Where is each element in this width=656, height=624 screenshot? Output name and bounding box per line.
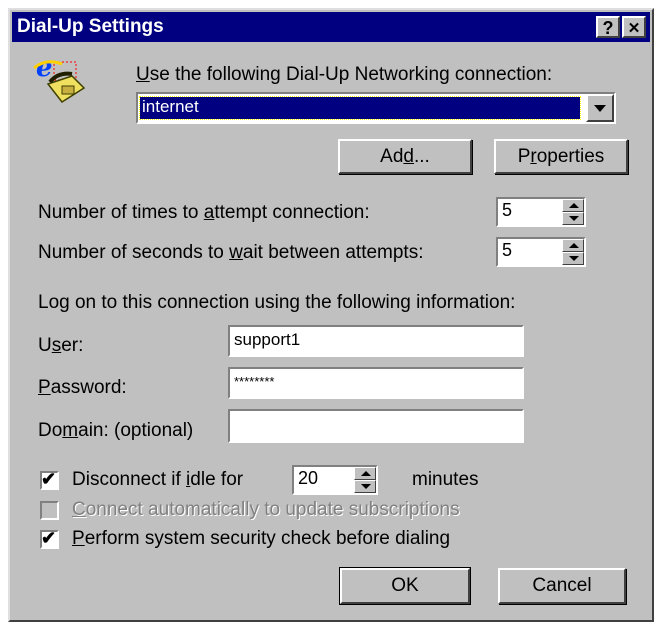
arrow-up-icon (569, 203, 579, 208)
svg-text:e: e (36, 54, 53, 83)
window-title: Dial-Up Settings (17, 16, 164, 37)
password-label: Password: (38, 377, 127, 398)
auto-connect-label: Connect automatically to update subscrip… (72, 499, 460, 520)
dial-up-settings-dialog: Dial-Up Settings ? ✕ e Use the following… (8, 8, 654, 622)
wait-value: 5 (502, 240, 513, 260)
wait-increment-button[interactable] (562, 239, 584, 252)
connection-selected-highlight: internet (139, 96, 581, 120)
attempts-increment-button[interactable] (562, 199, 584, 212)
add-button[interactable]: Add... (338, 139, 472, 174)
arrow-down-icon (569, 216, 579, 221)
domain-label: Domain: (optional) (38, 420, 194, 441)
disconnect-idle-label[interactable]: Disconnect if idle for (72, 469, 243, 491)
dial-up-phone-icon: e (33, 54, 86, 103)
arrow-up-icon (361, 471, 371, 476)
ok-button[interactable]: OK (339, 567, 471, 605)
minutes-label: minutes (412, 469, 479, 490)
attempts-decrement-button[interactable] (562, 212, 584, 225)
idle-minutes-spinner[interactable]: 20 (292, 465, 378, 495)
arrow-down-icon (569, 256, 579, 261)
close-icon: ✕ (627, 20, 641, 37)
connection-dropdown[interactable]: internet (136, 92, 616, 124)
user-label: User: (38, 335, 84, 356)
wait-spin-arrows (562, 239, 584, 265)
attempts-spinner[interactable]: 5 (496, 197, 586, 227)
wait-decrement-button[interactable] (562, 252, 584, 265)
attempts-value: 5 (502, 200, 513, 220)
disconnect-idle-checkbox[interactable]: ✔ (40, 469, 59, 490)
chevron-down-icon (594, 105, 606, 112)
logon-heading: Log on to this connection using the foll… (38, 292, 516, 313)
cancel-button[interactable]: Cancel (498, 568, 626, 604)
attempts-spin-arrows (562, 199, 584, 225)
connection-selected-value: internet (142, 97, 199, 116)
checkmark-icon: ✔ (41, 469, 57, 489)
domain-field[interactable] (228, 409, 524, 443)
checkmark-icon: ✔ (41, 528, 57, 548)
idle-spin-arrows (354, 467, 376, 493)
user-field[interactable]: support1 (228, 325, 524, 357)
close-button[interactable]: ✕ (622, 16, 646, 38)
dropdown-arrow-button[interactable] (586, 94, 614, 122)
password-field[interactable]: ******** (228, 367, 524, 399)
help-icon: ? (602, 18, 614, 38)
security-check-label[interactable]: Perform system security check before dia… (72, 528, 450, 550)
idle-minutes-value: 20 (298, 468, 319, 488)
arrow-down-icon (361, 484, 371, 489)
idle-increment-button[interactable] (354, 467, 376, 480)
wait-spinner[interactable]: 5 (496, 237, 586, 267)
connection-label: Use the following Dial-Up Networking con… (136, 64, 553, 85)
attempts-label: Number of times to attempt connection: (38, 202, 370, 223)
wait-label: Number of seconds to wait between attemp… (38, 242, 424, 263)
properties-button[interactable]: Properties (494, 139, 628, 174)
help-button[interactable]: ? (596, 16, 620, 38)
idle-decrement-button[interactable] (354, 480, 376, 493)
arrow-up-icon (569, 243, 579, 248)
title-bar[interactable]: Dial-Up Settings ? ✕ (12, 12, 650, 42)
security-check-checkbox[interactable]: ✔ (40, 528, 59, 549)
auto-connect-checkbox[interactable] (40, 501, 59, 520)
